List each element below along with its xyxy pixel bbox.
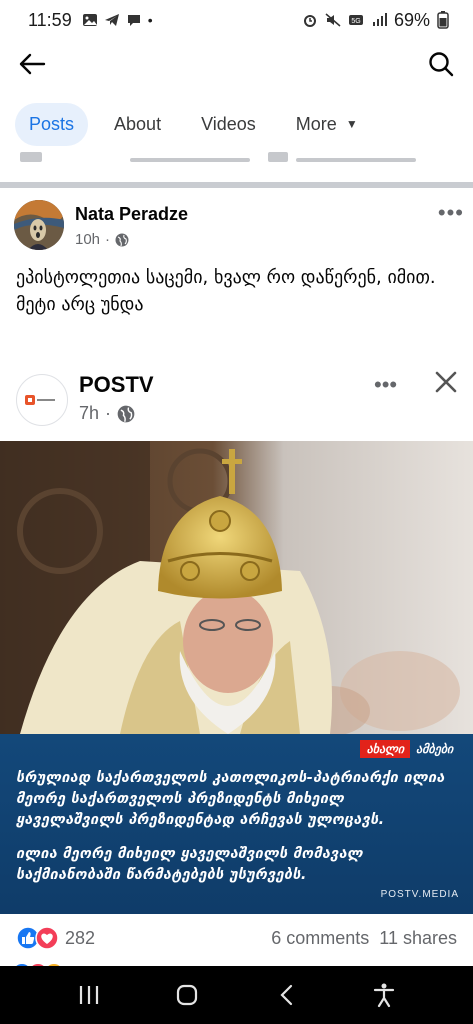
accessibility-button[interactable] xyxy=(364,975,404,1015)
news-tag: ახალი ამბები xyxy=(360,740,459,758)
close-icon xyxy=(435,371,457,393)
home-icon xyxy=(177,984,198,1006)
love-icon xyxy=(35,926,59,950)
banner-headline: სრულიად საქართველოს კათოლიკოს-პატრიარქი … xyxy=(16,770,445,828)
news-banner[interactable]: ახალი ამბები სრულიად საქართველოს კათოლიკ… xyxy=(0,734,473,914)
page-avatar[interactable] xyxy=(16,374,68,426)
system-icons: 5G 69% xyxy=(302,10,449,31)
post-time[interactable]: 10h xyxy=(75,231,100,248)
back-button[interactable] xyxy=(16,48,48,80)
caret-down-icon: ▼ xyxy=(345,117,358,131)
accessibility-icon xyxy=(373,983,394,1008)
meta-separator: · xyxy=(105,403,112,423)
news-tag-new: ახალი xyxy=(360,740,410,758)
news-tag-label: ამბები xyxy=(415,742,453,756)
status-bar: 11:59 • 5G 69% xyxy=(0,0,473,40)
banner-subline: ილია მეორე მიხეილ ყაველაშვილს მომავალ სა… xyxy=(16,846,363,883)
post-text: ეპისტოლეთია საცემი, ხვალ რო დაწერენ, იმი… xyxy=(16,264,461,318)
svg-text:5G: 5G xyxy=(351,18,360,25)
shared-post-header: POSTV 7h · ••• xyxy=(0,368,473,434)
post-stats: 6 comments 11 shares xyxy=(271,928,457,949)
globe-icon xyxy=(117,405,135,422)
alarm-icon xyxy=(303,15,316,27)
status-time: 11:59 xyxy=(28,9,72,30)
gallery-icon xyxy=(82,14,97,26)
globe-icon xyxy=(115,233,129,246)
postv-logo-icon xyxy=(25,395,55,405)
comments-count[interactable]: 6 comments xyxy=(271,928,369,949)
tab-about[interactable]: About xyxy=(100,103,175,146)
telegram-icon xyxy=(104,14,119,26)
like-action-remnant xyxy=(20,152,42,162)
shared-options-button[interactable]: ••• xyxy=(374,372,397,398)
arrow-left-icon xyxy=(19,53,46,75)
back-icon xyxy=(280,984,292,1006)
reaction-count: 282 xyxy=(65,927,96,948)
share-action-remnant xyxy=(268,152,288,162)
previous-post-actions xyxy=(0,152,473,186)
mute-icon xyxy=(325,13,341,27)
avatar-image xyxy=(14,200,64,250)
shared-time-row: 7h · xyxy=(79,403,135,424)
5g-icon: 5G xyxy=(348,15,363,25)
hide-post-button[interactable] xyxy=(432,368,460,401)
shares-count[interactable]: 11 shares xyxy=(379,928,457,949)
tab-videos[interactable]: Videos xyxy=(187,103,270,146)
reactions-bar: 282 6 comments 11 shares xyxy=(0,921,473,955)
page-name[interactable]: POSTV xyxy=(79,372,154,398)
post-text-line-2: მეტი არც უნდა xyxy=(16,294,144,315)
patriarch-photo xyxy=(0,441,473,734)
banner-source: POSTV.MEDIA xyxy=(380,889,459,900)
author-name[interactable]: Nata Peradze xyxy=(75,204,188,225)
search-icon xyxy=(429,52,454,77)
post-photo[interactable] xyxy=(0,441,473,734)
system-navbar xyxy=(0,966,473,1024)
post-header: Nata Peradze 10h · ••• xyxy=(14,200,464,256)
post-separator xyxy=(0,182,473,188)
home-button[interactable] xyxy=(167,975,207,1015)
meta-separator: · xyxy=(105,231,111,248)
comment-action-remnant xyxy=(130,158,250,162)
profile-tabs: Posts About Videos More ▼ xyxy=(0,98,473,150)
battery-level: 69% xyxy=(393,9,430,30)
notification-icons: • xyxy=(82,12,153,28)
shared-post-time[interactable]: 7h xyxy=(79,403,99,424)
status-dot: • xyxy=(147,12,153,28)
reaction-icons[interactable]: 282 xyxy=(16,926,95,950)
share-label-remnant xyxy=(296,158,416,162)
post-time-row: 10h · xyxy=(75,231,188,248)
author-avatar[interactable] xyxy=(14,200,64,250)
tab-more[interactable]: More ▼ xyxy=(282,103,372,146)
chat-icon xyxy=(127,15,140,26)
post-options-button[interactable]: ••• xyxy=(438,200,464,226)
system-back-button[interactable] xyxy=(266,975,306,1015)
page-topbar xyxy=(0,40,473,88)
battery-icon xyxy=(437,11,449,29)
signal-icon xyxy=(372,13,387,26)
post-text-line-1: ეპისტოლეთია საცემი, ხვალ რო დაწერენ, იმი… xyxy=(16,267,436,288)
recent-apps-icon xyxy=(80,986,99,1004)
next-row-peek xyxy=(0,958,473,966)
recent-apps-button[interactable] xyxy=(69,975,109,1015)
search-button[interactable] xyxy=(425,48,457,80)
tab-posts[interactable]: Posts xyxy=(15,102,89,146)
